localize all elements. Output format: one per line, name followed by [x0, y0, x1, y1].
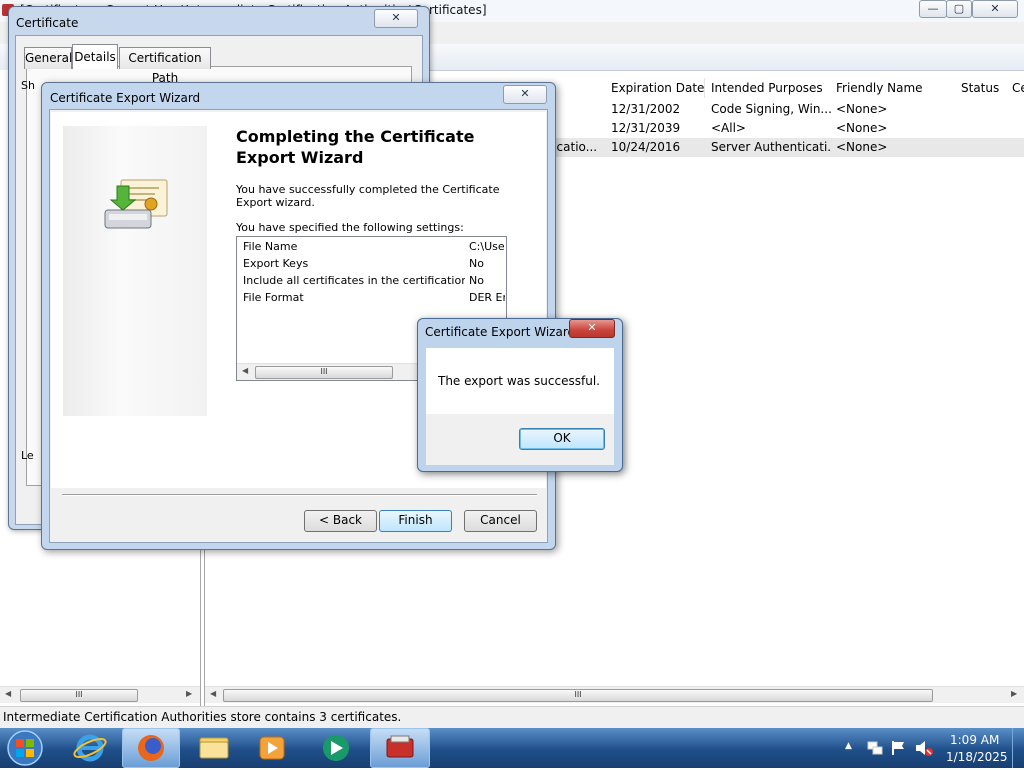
setting-name: File Format	[243, 291, 304, 304]
certificate-close-button[interactable]: ✕	[374, 9, 418, 28]
action-center-flag-icon[interactable]	[890, 739, 908, 757]
table-row[interactable]: ficatio... 10/24/2016 Server Authenticat…	[543, 138, 1024, 157]
taskbar: ▲ 1:09 AM 1/18/2025	[0, 728, 1024, 768]
status-bar: Intermediate Certification Authorities s…	[0, 706, 1024, 729]
folder-icon	[199, 737, 229, 759]
settings-row: File Format DER En	[243, 291, 505, 308]
status-text: Intermediate Certification Authorities s…	[3, 710, 402, 724]
taskbar-internet-explorer[interactable]	[64, 729, 116, 767]
list-scroll-left-arrow-icon[interactable]: ◀	[210, 689, 216, 698]
minimize-button[interactable]: —	[919, 0, 947, 18]
network-icon[interactable]	[866, 739, 884, 757]
back-button[interactable]: < Back	[304, 510, 377, 532]
media-center-icon	[323, 735, 349, 761]
certificate-dialog-title: Certificate	[16, 16, 79, 30]
maximize-button[interactable]: ▢	[946, 0, 972, 18]
row-friendly-name: <None>	[836, 121, 888, 135]
settings-label: You have specified the following setting…	[236, 221, 464, 234]
toolbox-icon	[386, 735, 414, 758]
wizard-success-text: You have successfully completed the Cert…	[236, 183, 500, 209]
finish-button[interactable]: Finish	[379, 510, 452, 532]
settings-scroll-left-arrow-icon[interactable]: ◀	[242, 366, 248, 375]
scroll-right-arrow-icon[interactable]: ▶	[186, 689, 192, 698]
wizard-title: Certificate Export Wizard	[50, 91, 201, 105]
table-row[interactable]: 12/31/2002 Code Signing, Win... <None>	[555, 100, 1024, 119]
table-row[interactable]: 12/31/2039 <All> <None>	[555, 119, 1024, 138]
row-purposes: Server Authenticati...	[711, 140, 831, 154]
clock-date[interactable]: 1/18/2025	[946, 750, 1008, 764]
learn-more-fragment: Le	[21, 449, 34, 462]
start-button[interactable]	[4, 729, 46, 767]
show-desktop-button[interactable]	[1012, 728, 1024, 768]
settings-scroll-thumb[interactable]: III	[255, 366, 393, 379]
setting-name: Include all certificates in the certific…	[243, 274, 465, 287]
taskbar-explorer[interactable]	[188, 729, 240, 767]
row-friendly-name: <None>	[836, 102, 888, 116]
list-scroll-right-arrow-icon[interactable]: ▶	[1011, 689, 1017, 698]
export-success-message-box: Certificate Export Wizard ✕ The export w…	[417, 318, 623, 472]
taskbar-firefox[interactable]	[122, 728, 180, 768]
column-header-friendly-name[interactable]: Friendly Name	[830, 78, 956, 98]
column-header-certificate-template[interactable]: Ce	[1006, 78, 1024, 98]
row-purposes: Code Signing, Win...	[711, 102, 831, 116]
list-horizontal-scrollbar[interactable]: ◀ III ▶	[205, 686, 1024, 703]
column-header-expiration-date[interactable]: Expiration Date	[605, 78, 705, 98]
taskbar-media-player[interactable]	[246, 729, 298, 767]
message-box-title: Certificate Export Wizard	[425, 325, 576, 339]
setting-value: C:\Use	[469, 240, 505, 253]
setting-value: DER En	[469, 291, 505, 304]
show-label-fragment: Sh	[21, 79, 35, 92]
volume-muted-icon[interactable]	[914, 739, 934, 757]
row-purposes: <All>	[711, 121, 746, 135]
tab-general[interactable]: General	[24, 47, 72, 69]
setting-value: No	[469, 274, 484, 287]
tab-details[interactable]: Details	[72, 44, 118, 69]
message-button-area: OK	[426, 414, 614, 465]
setting-value: No	[469, 257, 484, 270]
wizard-close-button[interactable]: ✕	[503, 85, 547, 104]
certificate-export-icon	[104, 179, 168, 229]
tree-horizontal-scrollbar[interactable]: ◀ III ▶	[0, 686, 200, 703]
settings-row: Include all certificates in the certific…	[243, 274, 505, 291]
firefox-icon	[138, 735, 164, 761]
settings-row: File Name C:\Use	[243, 240, 505, 257]
show-hidden-icons-arrow[interactable]: ▲	[845, 741, 852, 751]
setting-name: File Name	[243, 240, 298, 253]
column-header-status[interactable]: Status	[955, 78, 1012, 98]
clock-time[interactable]: 1:09 AM	[950, 733, 999, 747]
tab-certification-path[interactable]: Certification Path	[119, 47, 211, 85]
tree-scroll-thumb[interactable]: III	[20, 689, 138, 702]
row-issued-fragment: ficatio...	[549, 140, 598, 154]
taskbar-media-center[interactable]	[310, 729, 362, 767]
main-close-button[interactable]: ✕	[972, 0, 1018, 18]
settings-row: Export Keys No	[243, 257, 505, 274]
internet-explorer-icon	[73, 734, 107, 762]
list-scroll-thumb[interactable]: III	[223, 689, 933, 702]
row-expiration: 12/31/2002	[611, 102, 681, 116]
wizard-heading: Completing the Certificate Export Wizard	[236, 127, 475, 167]
row-expiration: 10/24/2016	[611, 140, 681, 154]
taskbar-certificate-manager[interactable]	[370, 728, 430, 768]
message-body: The export was successful.	[426, 348, 614, 414]
column-header-intended-purposes[interactable]: Intended Purposes	[705, 78, 831, 98]
row-friendly-name: <None>	[836, 140, 888, 154]
windows-logo-icon	[7, 730, 43, 766]
cancel-button[interactable]: Cancel	[464, 510, 537, 532]
wizard-side-graphic	[63, 126, 207, 416]
ok-button[interactable]: OK	[519, 428, 605, 450]
message-text: The export was successful.	[438, 374, 600, 388]
certificate-export-wizard: Certificate Export Wizard ✕ Completing t…	[41, 82, 556, 550]
media-player-icon	[259, 736, 285, 760]
scroll-left-arrow-icon[interactable]: ◀	[5, 689, 11, 698]
message-box-close-button[interactable]: ✕	[569, 319, 615, 338]
row-expiration: 12/31/2039	[611, 121, 681, 135]
wizard-divider	[62, 494, 537, 496]
setting-name: Export Keys	[243, 257, 309, 270]
